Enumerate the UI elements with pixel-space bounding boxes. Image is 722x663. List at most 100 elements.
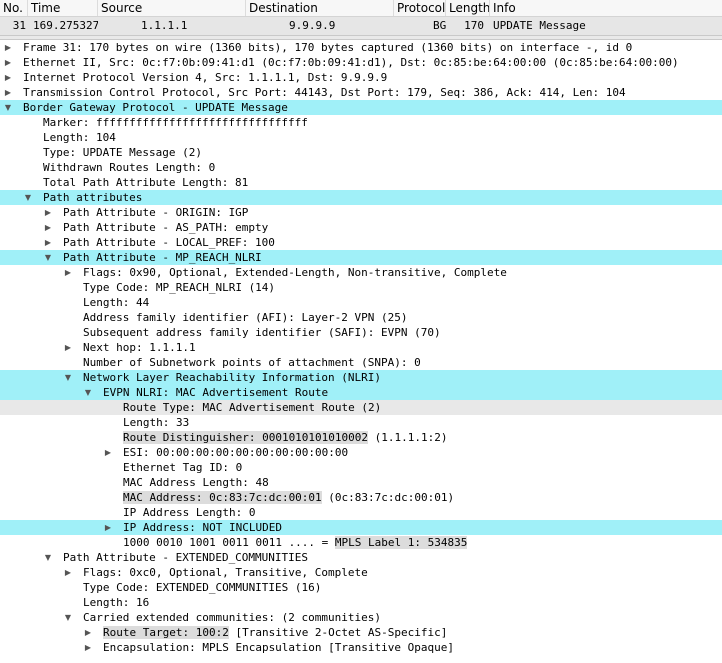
tree-row[interactable]: IP Address Length: 0 (0, 505, 722, 520)
collapsed-arrow-icon[interactable]: ▶ (103, 520, 113, 535)
collapsed-arrow-icon[interactable]: ▶ (83, 625, 93, 640)
tree-row[interactable]: MAC Address: 0c:83:7c:dc:00:01 (0c:83:7c… (0, 490, 722, 505)
tree-row[interactable]: ▼ Carried extended communities: (2 commun… (0, 610, 722, 625)
collapsed-arrow-icon[interactable]: ▶ (43, 235, 53, 250)
collapsed-arrow-icon[interactable]: ▶ (3, 55, 13, 70)
tree-row-label: Length: 44 (83, 295, 149, 310)
tree-row-text: Total Path Attribute Length: 81 (43, 176, 249, 189)
packet-no: 31 (12, 19, 26, 32)
tree-row[interactable]: Type Code: EXTENDED_COMMUNITIES (16) (0, 580, 722, 595)
tree-row[interactable]: ▶ Path Attribute - ORIGIN: IGP (0, 205, 722, 220)
tree-row-text: Length: 33 (123, 416, 190, 429)
tree-row[interactable]: Total Path Attribute Length: 81 (0, 175, 722, 190)
tree-row[interactable]: ▶ Path Attribute - LOCAL_PREF: 100 (0, 235, 722, 250)
tree-row[interactable]: Subsequent address family identifier (SA… (0, 325, 722, 340)
tree-row[interactable]: ▼ Border Gateway Protocol - UPDATE Messag… (0, 100, 722, 115)
tree-row-label: Subsequent address family identifier (SA… (83, 325, 441, 340)
tree-row-label: Number of Subnetwork points of attachmen… (83, 355, 421, 370)
tree-row[interactable]: ▼ Path Attribute - EXTENDED_COMMUNITIES (0, 550, 722, 565)
tree-row[interactable]: ▶ Route Target: 100:2 [Transitive 2-Octet… (0, 625, 722, 640)
tree-row-label: MAC Address: 0c:83:7c:dc:00:01 (0c:83:7c… (123, 490, 454, 505)
tree-row-text: IP Address: NOT INCLUDED (123, 521, 282, 534)
expanded-arrow-icon[interactable]: ▼ (43, 250, 53, 265)
collapsed-arrow-icon[interactable]: ▶ (43, 220, 53, 235)
tree-row-label: Flags: 0x90, Optional, Extended-Length, … (83, 265, 507, 280)
tree-row[interactable]: Address family identifier (AFI): Layer-2… (0, 310, 722, 325)
tree-row[interactable]: ▶ Next hop: 1.1.1.1 (0, 340, 722, 355)
tree-row[interactable]: ▼ Path attributes (0, 190, 722, 205)
tree-row[interactable]: Length: 33 (0, 415, 722, 430)
collapsed-arrow-icon[interactable]: ▶ (63, 340, 73, 355)
column-header-source[interactable]: Source (98, 0, 246, 16)
tree-row[interactable]: ▶ ESI: 00:00:00:00:00:00:00:00:00:00 (0, 445, 722, 460)
tree-row[interactable]: ▼ Path Attribute - MP_REACH_NLRI (0, 250, 722, 265)
tree-row[interactable]: ▶ Frame 31: 170 bytes on wire (1360 bits)… (0, 40, 722, 55)
tree-row[interactable]: Route Type: MAC Advertisement Route (2) (0, 400, 722, 415)
tree-row-label: EVPN NLRI: MAC Advertisement Route (103, 385, 328, 400)
tree-row[interactable]: ▶ Encapsulation: MPLS Encapsulation [Tran… (0, 640, 722, 655)
collapsed-arrow-icon[interactable]: ▶ (3, 40, 13, 55)
tree-row[interactable]: ▶ Transmission Control Protocol, Src Port… (0, 85, 722, 100)
tree-row[interactable]: Type: UPDATE Message (2) (0, 145, 722, 160)
tree-row[interactable]: ▶ Path Attribute - AS_PATH: empty (0, 220, 722, 235)
tree-row[interactable]: MAC Address Length: 48 (0, 475, 722, 490)
tree-row[interactable]: Number of Subnetwork points of attachmen… (0, 355, 722, 370)
tree-row-text: Path attributes (43, 191, 143, 204)
tree-row-label: Withdrawn Routes Length: 0 (43, 160, 215, 175)
column-header-info[interactable]: Info (490, 0, 722, 16)
tree-row-text: Length: 44 (83, 296, 150, 309)
tree-row[interactable]: Type Code: MP_REACH_NLRI (14) (0, 280, 722, 295)
tree-row-label: Marker: ffffffffffffffffffffffffffffffff (43, 115, 308, 130)
tree-row[interactable]: ▼ EVPN NLRI: MAC Advertisement Route (0, 385, 722, 400)
tree-row[interactable]: Length: 44 (0, 295, 722, 310)
tree-row[interactable]: Length: 16 (0, 595, 722, 610)
packet-list-header: No. Time Source Destination Protocol Len… (0, 0, 722, 17)
collapsed-arrow-icon[interactable]: ▶ (103, 445, 113, 460)
collapsed-arrow-icon[interactable]: ▶ (83, 640, 93, 655)
expanded-arrow-icon[interactable]: ▼ (83, 385, 93, 400)
tree-row-text: Path Attribute - LOCAL_PREF: 100 (63, 236, 275, 249)
tree-row[interactable]: ▶ Flags: 0x90, Optional, Extended-Length,… (0, 265, 722, 280)
collapsed-arrow-icon[interactable]: ▶ (43, 205, 53, 220)
column-header-no[interactable]: No. (0, 0, 28, 16)
tree-row-field: MAC Address: 0c:83:7c:dc:00:01 (123, 491, 322, 504)
tree-row[interactable]: Length: 104 (0, 130, 722, 145)
expanded-arrow-icon[interactable]: ▼ (23, 190, 33, 205)
expanded-arrow-icon[interactable]: ▼ (63, 610, 73, 625)
tree-row[interactable]: Withdrawn Routes Length: 0 (0, 160, 722, 175)
tree-row-label: Path attributes (43, 190, 142, 205)
tree-row-text: Type: UPDATE Message (2) (43, 146, 202, 159)
tree-row-detail: (0c:83:7c:dc:00:01) (321, 491, 455, 504)
expanded-arrow-icon[interactable]: ▼ (63, 370, 73, 385)
tree-row[interactable]: ▼ Network Layer Reachability Information … (0, 370, 722, 385)
tree-row-label: Frame 31: 170 bytes on wire (1360 bits),… (23, 40, 632, 55)
tree-row[interactable]: ▶ Internet Protocol Version 4, Src: 1.1.1… (0, 70, 722, 85)
tree-row[interactable]: ▶ Flags: 0xc0, Optional, Transitive, Comp… (0, 565, 722, 580)
column-header-length[interactable]: Length (446, 0, 490, 16)
tree-row[interactable]: Ethernet Tag ID: 0 (0, 460, 722, 475)
tree-row-label: Route Distinguisher: 0001010101010002 (1… (123, 430, 448, 445)
collapsed-arrow-icon[interactable]: ▶ (63, 265, 73, 280)
tree-row-label: Path Attribute - AS_PATH: empty (63, 220, 268, 235)
tree-row[interactable]: Route Distinguisher: 0001010101010002 (1… (0, 430, 722, 445)
tree-row-label: Length: 33 (123, 415, 189, 430)
expanded-arrow-icon[interactable]: ▼ (3, 100, 13, 115)
column-header-time[interactable]: Time (28, 0, 98, 16)
tree-row[interactable]: ▶ Ethernet II, Src: 0c:f7:0b:09:41:d1 (0c… (0, 55, 722, 70)
collapsed-arrow-icon[interactable]: ▶ (63, 565, 73, 580)
expanded-arrow-icon[interactable]: ▼ (43, 550, 53, 565)
tree-row-label: MAC Address Length: 48 (123, 475, 269, 490)
collapsed-arrow-icon[interactable]: ▶ (3, 70, 13, 85)
tree-row-label: IP Address Length: 0 (123, 505, 255, 520)
column-header-protocol[interactable]: Protocol (394, 0, 446, 16)
tree-row-label: Path Attribute - ORIGIN: IGP (63, 205, 248, 220)
column-header-destination[interactable]: Destination (246, 0, 394, 16)
packet-row[interactable]: 31 169.275327 1.1.1.1 9.9.9.9 BGP 170 UP… (0, 17, 722, 35)
collapsed-arrow-icon[interactable]: ▶ (3, 85, 13, 100)
tree-row-label: 1000 0010 1001 0011 0011 .... = MPLS Lab… (123, 535, 468, 550)
tree-row[interactable]: ▶ IP Address: NOT INCLUDED (0, 520, 722, 535)
tree-row[interactable]: Marker: ffffffffffffffffffffffffffffffff (0, 115, 722, 130)
tree-row-label: Ethernet II, Src: 0c:f7:0b:09:41:d1 (0c:… (23, 55, 679, 70)
tree-row[interactable]: 1000 0010 1001 0011 0011 .... = MPLS Lab… (0, 535, 722, 550)
tree-row-text: Carried extended communities: (2 communi… (83, 611, 382, 624)
